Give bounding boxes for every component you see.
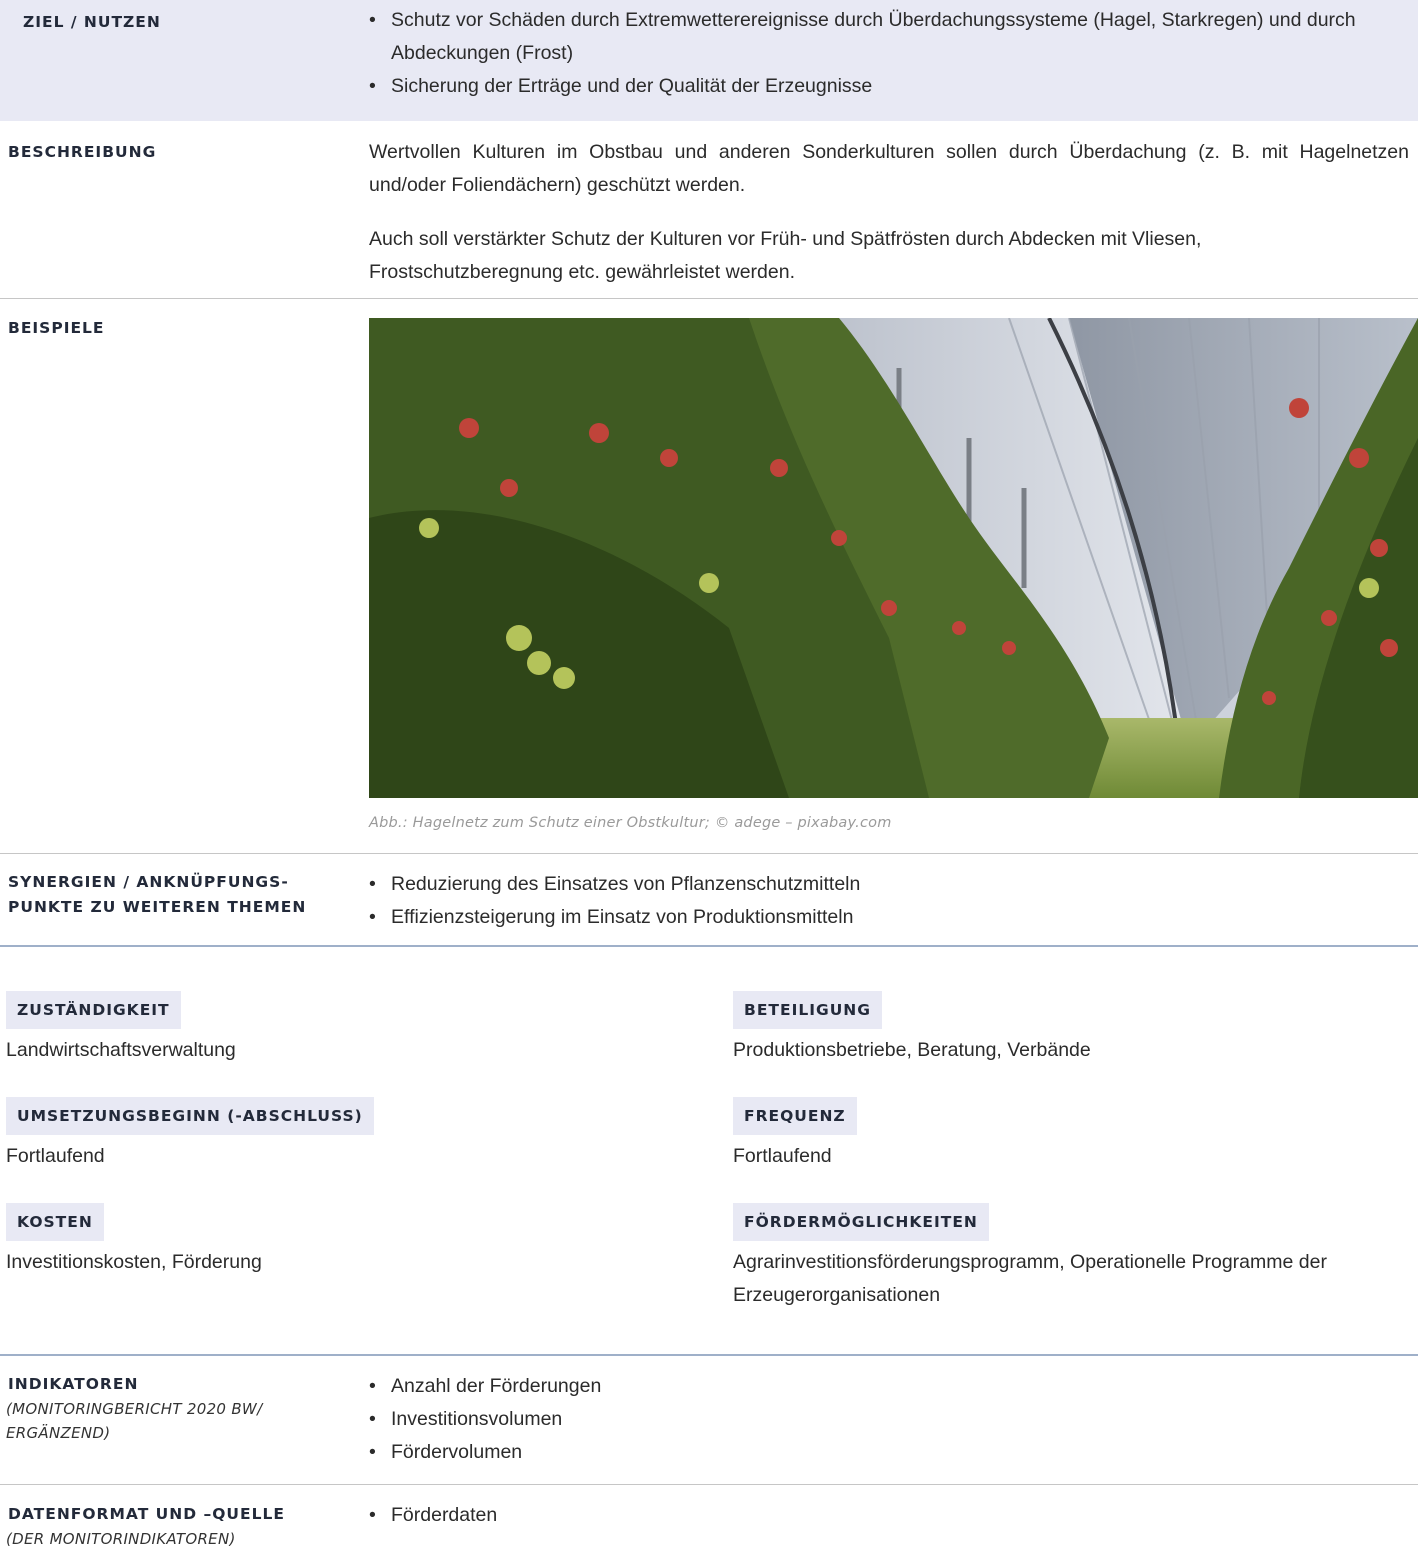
photo-caption: Abb.: Hagelnetz zum Schutz einer Obstkul… [369, 815, 892, 831]
implementation-start-tag: UMSETZUNGSBEGINN (-ABSCHLUSS) [6, 1097, 374, 1135]
participation-tag: BETEILIGUNG [733, 991, 882, 1029]
costs-value: Investitionskosten, Förderung [6, 1251, 262, 1273]
goal-list: Schutz vor Schäden durch Extremwetterere… [369, 4, 1399, 103]
funding-value: Agrarinvestitionsförderungsprogramm, Ope… [733, 1246, 1327, 1312]
list-item: Förderdaten [369, 1499, 1399, 1532]
orchard-illustration [369, 318, 1418, 798]
indicators-sublabel-line: (MONITORINGBERICHT 2020 BW/ [6, 1400, 263, 1418]
divider [0, 853, 1418, 854]
section-divider [0, 945, 1418, 947]
synergies-label: SYNERGIEN / ANKNÜPFUNGS- PUNKTE ZU WEITE… [8, 870, 306, 920]
list-item: Reduzierung des Einsatzes von Pflanzensc… [369, 868, 1399, 901]
synergies-label-line: SYNERGIEN / ANKNÜPFUNGS- [8, 873, 289, 891]
list-item: Sicherung der Erträge und der Qualität d… [369, 70, 1399, 103]
data-format-label: DATENFORMAT UND –QUELLE [8, 1505, 285, 1523]
hail-net-photo [369, 318, 1418, 798]
list-item: Schutz vor Schäden durch Extremwetterere… [369, 4, 1399, 70]
indicators-list: Anzahl der Förderungen Investitionsvolum… [369, 1370, 1399, 1469]
funding-value-line: Agrarinvestitionsförderungsprogramm, Ope… [733, 1251, 1327, 1273]
participation-value: Produktionsbetriebe, Beratung, Verbände [733, 1039, 1091, 1061]
data-format-list: Förderdaten [369, 1499, 1399, 1532]
indicators-sublabel-line: ERGÄNZEND) [6, 1424, 111, 1442]
goal-label: ZIEL / NUTZEN [23, 13, 161, 31]
funding-tag: FÖRDERMÖGLICHKEITEN [733, 1203, 989, 1241]
frequency-value: Fortlaufend [733, 1145, 832, 1167]
responsibility-tag: ZUSTÄNDIGKEIT [6, 991, 181, 1029]
costs-tag: KOSTEN [6, 1203, 104, 1241]
list-item: Effizienzsteigerung im Einsatz von Produ… [369, 901, 1399, 934]
list-item: Fördervolumen [369, 1436, 1399, 1469]
responsibility-value: Landwirtschaftsverwaltung [6, 1039, 236, 1061]
list-item: Anzahl der Förderungen [369, 1370, 1399, 1403]
divider [0, 1484, 1418, 1485]
list-item: Investitionsvolumen [369, 1403, 1399, 1436]
indicators-label: INDIKATOREN [8, 1375, 139, 1393]
examples-label: BEISPIELE [8, 319, 105, 337]
description-label: BESCHREIBUNG [8, 143, 157, 161]
synergies-list: Reduzierung des Einsatzes von Pflanzensc… [369, 868, 1399, 934]
description-paragraph: Auch soll verstärkter Schutz der Kulture… [369, 228, 1202, 283]
implementation-start-value: Fortlaufend [6, 1145, 105, 1167]
funding-value-line: Erzeugerorganisationen [733, 1284, 941, 1306]
indicators-sublabel: (MONITORINGBERICHT 2020 BW/ ERGÄNZEND) [6, 1397, 262, 1445]
description-paragraph: Wertvollen Kulturen im Obstbau und ander… [369, 141, 1409, 196]
section-divider [0, 1354, 1418, 1356]
data-format-sublabel: (DER MONITORINDIKATOREN) [6, 1530, 236, 1548]
frequency-tag: FREQUENZ [733, 1097, 857, 1135]
divider [0, 298, 1418, 299]
synergies-label-line: PUNKTE ZU WEITEREN THEMEN [8, 898, 307, 916]
